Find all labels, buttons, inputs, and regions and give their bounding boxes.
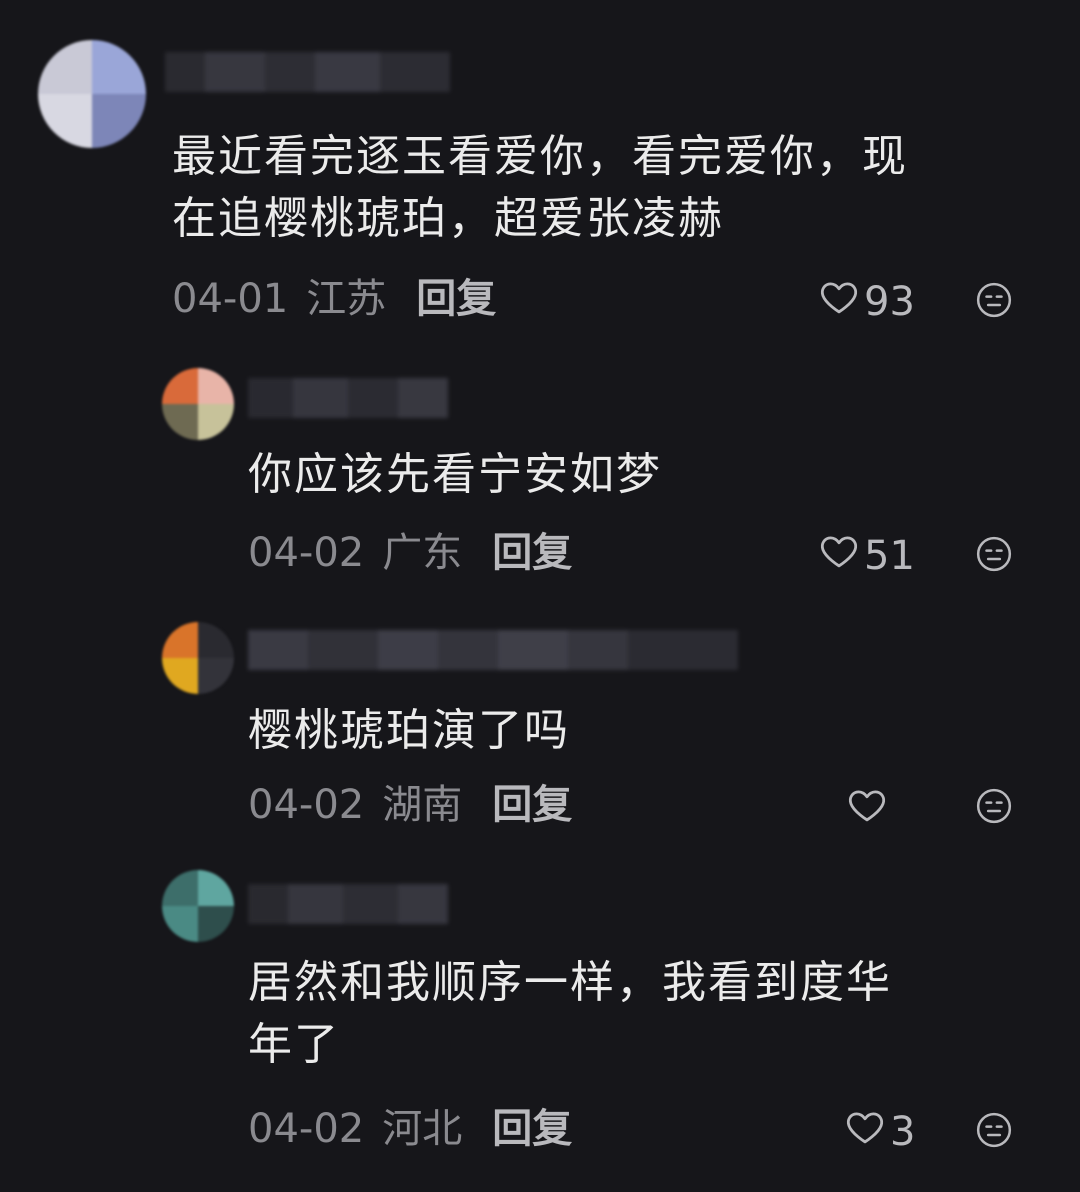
meh-face-icon [974,536,1014,578]
avatar[interactable] [162,622,234,694]
username-blurred[interactable] [165,52,450,92]
comment-meta: 04-02 河北 回复 [248,1104,572,1154]
reply-button[interactable]: 回复 [416,274,496,324]
comment-meta: 04-02 广东 回复 [248,528,572,578]
comment-text: 你应该先看宁安如梦 [248,449,662,500]
meh-face-icon [974,788,1014,830]
dislike-button[interactable] [974,786,1014,826]
comment-date: 04-01 [172,276,289,322]
dislike-button[interactable] [974,1110,1014,1150]
comment-item: 最近看完逐玉看爱你，看完爱你，现 在追樱桃琥珀，超爱张凌赫 04-01 江苏 回… [0,0,1080,340]
like-button[interactable]: 3 [844,1106,915,1158]
dislike-button[interactable] [974,280,1014,320]
comment-text: 樱桃琥珀演了吗 [248,705,570,756]
reply-button[interactable]: 回复 [492,780,572,830]
heart-outline-icon [818,276,860,328]
reply-button[interactable]: 回复 [492,528,572,578]
comment-location: 广东 [382,530,463,576]
username-blurred[interactable] [248,378,448,418]
avatar[interactable] [162,870,234,942]
meh-face-icon [974,1112,1014,1154]
comment-location: 湖南 [382,782,463,828]
like-button[interactable]: 93 [818,276,915,328]
dislike-button[interactable] [974,534,1014,574]
comment-item: 居然和我顺序一样，我看到度华 年了 04-02 河北 回复 3 [0,850,1080,1192]
like-button[interactable]: 51 [818,530,915,582]
comment-meta: 04-01 江苏 回复 [172,274,496,324]
comment-date: 04-02 [248,782,365,828]
comment-date: 04-02 [248,530,365,576]
comment-meta: 04-02 湖南 回复 [248,780,572,830]
like-button[interactable] [846,784,892,836]
comment-location: 河北 [382,1106,463,1152]
like-count: 93 [864,279,915,325]
avatar[interactable] [38,40,146,148]
comment-date: 04-02 [248,1106,365,1152]
username-blurred[interactable] [248,630,738,670]
comment-item: 你应该先看宁安如梦 04-02 广东 回复 51 [0,340,1080,600]
meh-face-icon [974,282,1014,324]
comment-text: 居然和我顺序一样，我看到度华 年了 [248,957,892,1070]
comment-text: 最近看完逐玉看爱你，看完爱你，现 在追樱桃琥珀，超爱张凌赫 [172,131,908,244]
like-count: 51 [864,533,915,579]
heart-outline-icon [846,784,888,836]
avatar[interactable] [162,368,234,440]
heart-outline-icon [818,530,860,582]
username-blurred[interactable] [248,884,448,924]
comment-location: 江苏 [306,276,387,322]
reply-button[interactable]: 回复 [492,1104,572,1154]
comment-item: 樱桃琥珀演了吗 04-02 湖南 回复 [0,600,1080,850]
heart-outline-icon [844,1106,886,1158]
like-count: 3 [890,1109,916,1155]
